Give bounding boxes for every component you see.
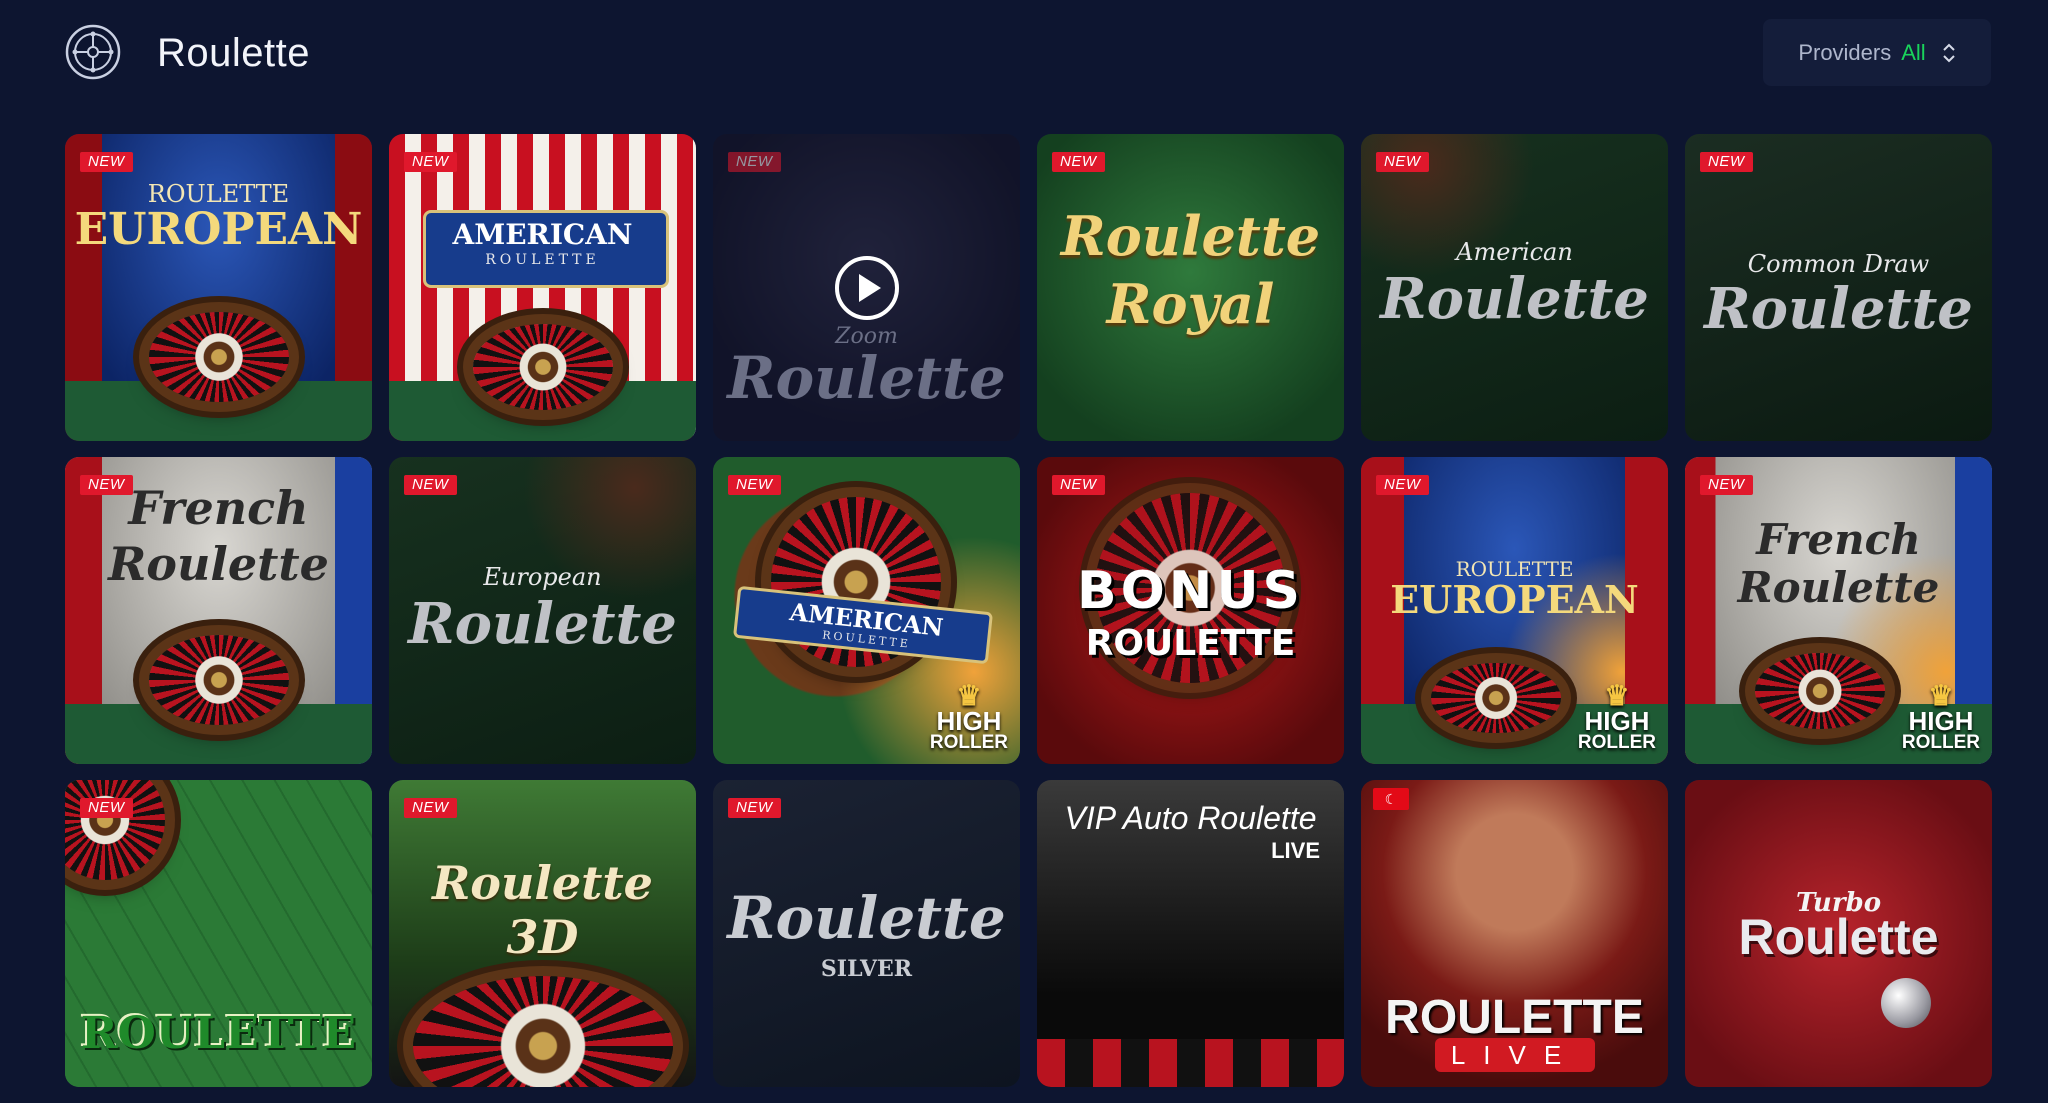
game-title: Roulette bbox=[108, 537, 329, 591]
ball-image bbox=[1881, 978, 1931, 1028]
game-tile[interactable]: NEW Roulette SILVER bbox=[713, 780, 1020, 1087]
page-title: Roulette bbox=[157, 31, 310, 75]
game-tile[interactable]: VIP Auto Roulette LIVE bbox=[1037, 780, 1344, 1087]
game-tile[interactable]: NEW French Roulette bbox=[65, 457, 372, 764]
game-title: Roulette bbox=[1380, 266, 1649, 332]
providers-filter-button[interactable]: Providers All bbox=[1763, 19, 1991, 86]
game-title-top: French bbox=[1756, 515, 1921, 564]
game-title: EUROPEAN bbox=[74, 204, 363, 255]
chevron-up-down-icon bbox=[1942, 42, 1956, 64]
game-tile[interactable]: NEW Roulette Royal bbox=[1037, 134, 1344, 441]
game-tile[interactable]: ☾ ROULETTE LIVE bbox=[1361, 780, 1668, 1087]
game-title-top: American bbox=[1456, 238, 1573, 266]
game-title: ROULETTE bbox=[80, 1008, 357, 1059]
game-title: EUROPEAN bbox=[1390, 577, 1639, 622]
high-roller-badge: ♛ HIGH ROLLER bbox=[1577, 680, 1656, 754]
game-title-top: BONUS bbox=[1076, 561, 1305, 621]
game-title: ROULETTE bbox=[485, 252, 600, 268]
game-title-top: European bbox=[483, 563, 602, 591]
new-badge: NEW bbox=[728, 152, 781, 172]
game-title: Roulette 3D bbox=[432, 856, 653, 964]
game-tile[interactable]: Turbo Roulette bbox=[1685, 780, 1992, 1087]
roulette-wheel-image bbox=[1431, 663, 1561, 733]
roulette-wheel-image bbox=[149, 635, 289, 725]
turkey-flag-icon: ☾ bbox=[1373, 788, 1409, 810]
game-tile[interactable]: NEW AMERICAN ROULETTE ♛ HIGH ROLLER bbox=[713, 457, 1020, 764]
new-badge: NEW bbox=[1700, 475, 1753, 495]
game-title: VIP Auto Roulette bbox=[1064, 800, 1317, 836]
new-badge: NEW bbox=[80, 475, 133, 495]
new-badge: NEW bbox=[80, 798, 133, 818]
game-title-top: AMERICAN bbox=[452, 218, 633, 251]
game-tile[interactable]: NEW ROULETTE EUROPEAN ♛ HIGH ROLLER bbox=[1361, 457, 1668, 764]
game-tile[interactable]: NEW Roulette 3D bbox=[389, 780, 696, 1087]
new-badge: NEW bbox=[1376, 475, 1429, 495]
roulette-wheel-image bbox=[149, 312, 289, 402]
game-title: Roulette bbox=[1737, 563, 1940, 612]
game-tile[interactable]: NEW ROULETTE EUROPEAN bbox=[65, 134, 372, 441]
game-title: Roulette bbox=[1738, 909, 1939, 965]
new-badge: NEW bbox=[404, 798, 457, 818]
game-title-sub: SILVER bbox=[820, 956, 913, 982]
game-title: Royal bbox=[1106, 272, 1275, 336]
play-icon[interactable] bbox=[834, 255, 899, 320]
roulette-wheel-image bbox=[473, 324, 613, 410]
new-badge: NEW bbox=[1052, 475, 1105, 495]
game-grid: NEW ROULETTE EUROPEAN NEW AMERICAN ROULE… bbox=[65, 134, 1992, 1087]
game-tile[interactable]: NEW Zoom Roulette bbox=[713, 134, 1020, 441]
new-badge: NEW bbox=[404, 152, 457, 172]
live-label: LIVE bbox=[1271, 838, 1320, 863]
game-tile[interactable]: NEW European Roulette bbox=[389, 457, 696, 764]
game-tile[interactable]: NEW ROULETTE bbox=[65, 780, 372, 1087]
new-badge: NEW bbox=[404, 475, 457, 495]
game-title-top: Common Draw bbox=[1747, 250, 1930, 278]
game-title-top: Roulette bbox=[1060, 204, 1321, 268]
new-badge: NEW bbox=[1700, 152, 1753, 172]
game-tile[interactable]: NEW AMERICAN ROULETTE bbox=[389, 134, 696, 441]
game-title: Roulette bbox=[727, 344, 1006, 412]
new-badge: NEW bbox=[728, 798, 781, 818]
game-tile[interactable]: NEW American Roulette bbox=[1361, 134, 1668, 441]
roulette-wheel-icon bbox=[65, 24, 121, 80]
game-tile[interactable]: NEW French Roulette ♛ HIGH ROLLER bbox=[1685, 457, 1992, 764]
new-badge: NEW bbox=[1052, 152, 1105, 172]
new-badge: NEW bbox=[80, 152, 133, 172]
game-title: ROULETTE bbox=[1385, 991, 1644, 1044]
high-roller-badge: ♛ HIGH ROLLER bbox=[929, 680, 1008, 754]
new-badge: NEW bbox=[728, 475, 781, 495]
providers-value: All bbox=[1901, 39, 1926, 65]
live-label: LIVE bbox=[1435, 1038, 1595, 1072]
roulette-wheel-image bbox=[1755, 653, 1885, 729]
new-badge: NEW bbox=[1376, 152, 1429, 172]
high-roller-badge: ♛ HIGH ROLLER bbox=[1901, 680, 1980, 754]
game-tile[interactable]: NEW Common Draw Roulette bbox=[1685, 134, 1992, 441]
game-title: Roulette bbox=[1704, 276, 1973, 342]
providers-label: Providers bbox=[1798, 39, 1892, 65]
page-header: Roulette Providers All bbox=[0, 0, 2048, 108]
game-title: ROULETTE bbox=[1085, 623, 1296, 664]
game-title: Roulette bbox=[727, 884, 1006, 952]
game-tile[interactable]: NEW BONUS ROULETTE bbox=[1037, 457, 1344, 764]
game-title: Roulette bbox=[408, 591, 677, 657]
